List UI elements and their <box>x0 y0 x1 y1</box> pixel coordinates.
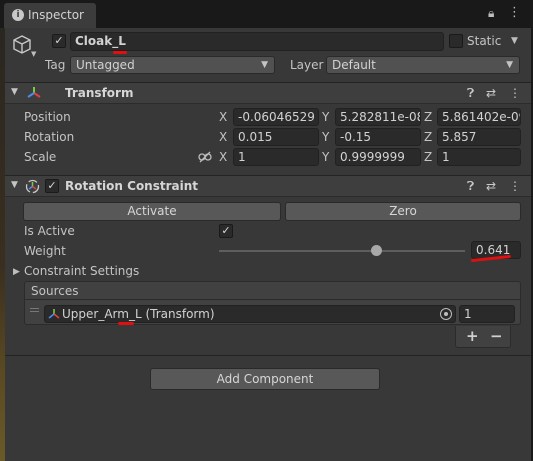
static-toggle[interactable] <box>449 34 463 48</box>
add-source-button[interactable]: + <box>466 327 479 345</box>
rotation-constraint-icon <box>25 179 40 197</box>
foldout-arrow-icon[interactable]: ▼ <box>11 180 18 190</box>
lock-icon[interactable]: 🔒︎ <box>488 6 494 21</box>
position-label: Position <box>24 110 71 124</box>
section-divider <box>5 355 531 356</box>
tag-value: Untagged <box>76 58 135 72</box>
source-name: Upper_Arm_L (Transform) <box>62 307 215 321</box>
rotation-y-field[interactable]: -0.15 <box>335 128 421 146</box>
weight-slider-thumb[interactable] <box>371 245 383 256</box>
rotation-x-field[interactable]: 0.015 <box>233 128 319 146</box>
tag-dropdown[interactable]: Untagged ▼ <box>70 56 275 74</box>
layer-value: Default <box>332 58 376 72</box>
remove-source-button[interactable]: − <box>490 327 503 345</box>
position-z-field[interactable]: 5.861402e-09 <box>437 108 521 126</box>
weight-label: Weight <box>24 244 66 258</box>
add-component-button[interactable]: Add Component <box>150 368 380 390</box>
position-y-label[interactable]: Y <box>322 110 329 124</box>
scale-y-label[interactable]: Y <box>322 150 329 164</box>
transform-icon <box>48 308 60 322</box>
activate-button[interactable]: Activate <box>23 202 281 221</box>
source-weight-field[interactable]: 1 <box>459 305 515 323</box>
rotation-y-label[interactable]: Y <box>322 130 329 144</box>
scale-label: Scale <box>24 150 57 164</box>
sources-label: Sources <box>31 284 79 298</box>
gameobject-name-field[interactable]: Cloak_L <box>70 32 444 51</box>
scale-z-label[interactable]: Z <box>424 150 432 164</box>
more-menu-icon[interactable]: ⋮ <box>508 5 521 20</box>
rotation-constraint-enabled-toggle[interactable]: ✓ <box>45 179 59 193</box>
is-active-toggle[interactable]: ✓ <box>219 224 233 238</box>
rotation-z-label[interactable]: Z <box>424 130 432 144</box>
layer-dropdown[interactable]: Default ▼ <box>326 56 520 74</box>
rotation-constraint-title: Rotation Constraint <box>65 179 199 193</box>
constraint-settings-foldout-icon[interactable]: ▶ <box>13 267 20 277</box>
scale-z-field[interactable]: 1 <box>437 148 521 166</box>
source-object-field[interactable]: Upper_Arm_L (Transform) <box>44 305 456 323</box>
help-icon[interactable]: ❓︎ <box>467 86 474 101</box>
constrain-proportions-icon[interactable] <box>198 151 212 166</box>
is-active-label: Is Active <box>24 224 75 238</box>
tab-inspector-label: Inspector <box>28 8 84 22</box>
chevron-down-icon: ▼ <box>506 60 513 70</box>
weight-slider-track[interactable] <box>219 250 465 252</box>
constraint-settings-label[interactable]: Constraint Settings <box>24 264 139 278</box>
zero-button[interactable]: Zero <box>285 202 521 221</box>
object-picker-icon[interactable] <box>440 308 452 320</box>
scale-x-field[interactable]: 1 <box>233 148 319 166</box>
position-x-label[interactable]: X <box>219 110 227 124</box>
gameobject-active-toggle[interactable]: ✓ <box>52 34 66 48</box>
context-menu-icon[interactable]: ⋮ <box>509 179 521 193</box>
position-y-field[interactable]: 5.282811e-08 <box>335 108 421 126</box>
rotation-z-field[interactable]: 5.857 <box>437 128 521 146</box>
position-z-label[interactable]: Z <box>424 110 432 124</box>
chevron-down-icon: ▼ <box>261 60 268 70</box>
layer-label: Layer <box>290 58 324 72</box>
sources-header: Sources <box>25 282 520 300</box>
rotation-constraint-header[interactable]: ▼ ✓ Rotation Constraint ❓︎ ⇄ ⋮ <box>5 175 531 197</box>
inspector-window: i Inspector 🔒︎ ⋮ ▼ ✓ Cloak_L Static ▼ Ta… <box>0 0 533 461</box>
position-x-field[interactable]: -0.06046529 <box>233 108 319 126</box>
info-icon: i <box>12 9 24 21</box>
inspector-panel: ▼ ✓ Cloak_L Static ▼ Tag Untagged ▼ Laye… <box>5 28 531 461</box>
list-footer-buttons: + − <box>455 326 511 348</box>
presets-icon[interactable]: ⇄ <box>486 179 496 193</box>
rotation-label: Rotation <box>24 130 75 144</box>
static-label: Static <box>467 34 502 48</box>
transform-title: Transform <box>65 86 134 100</box>
annotation-underline-name <box>113 51 127 54</box>
scale-x-label[interactable]: X <box>219 150 227 164</box>
sources-list: Sources Upper_Arm_L (Transform) 1 <box>24 281 521 325</box>
foldout-arrow-icon[interactable]: ▼ <box>11 87 18 97</box>
gameobject-cube-icon <box>11 34 33 59</box>
help-icon[interactable]: ❓︎ <box>467 179 474 194</box>
annotation-underline-source <box>118 322 134 325</box>
tab-bar: i Inspector 🔒︎ ⋮ <box>0 0 533 28</box>
presets-icon[interactable]: ⇄ <box>486 86 496 100</box>
rotation-x-label[interactable]: X <box>219 130 227 144</box>
context-menu-icon[interactable]: ⋮ <box>509 86 521 100</box>
transform-header[interactable]: ▼ Transform ❓︎ ⇄ ⋮ <box>5 82 531 104</box>
icon-dropdown-arrow[interactable]: ▼ <box>31 50 36 58</box>
drag-handle-icon[interactable] <box>30 308 39 312</box>
tag-label: Tag <box>45 58 66 72</box>
scale-y-field[interactable]: 0.9999999 <box>335 148 421 166</box>
tab-inspector[interactable]: i Inspector <box>4 3 96 28</box>
transform-icon <box>27 86 41 103</box>
static-dropdown-arrow[interactable]: ▼ <box>511 36 518 46</box>
